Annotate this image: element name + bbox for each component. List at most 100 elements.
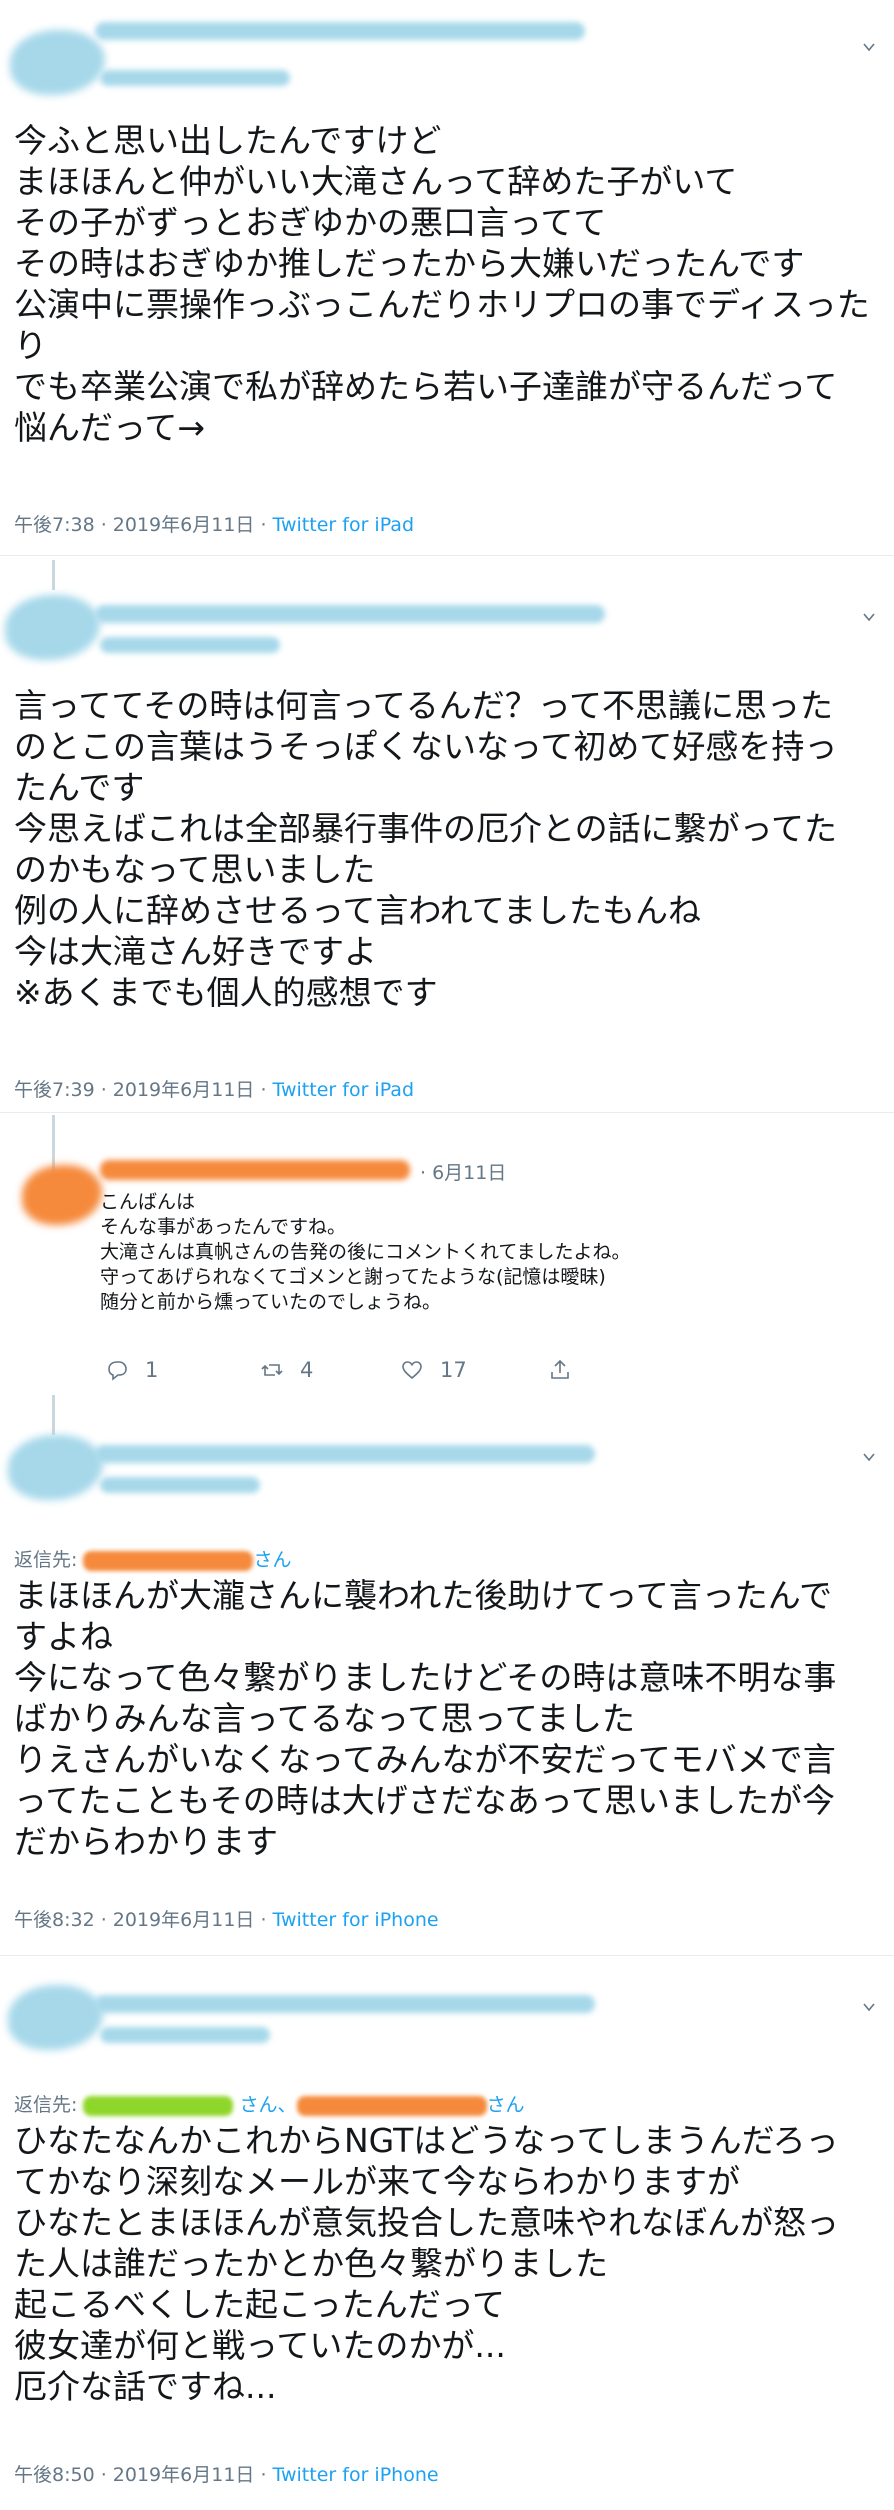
like-button[interactable]: 17 xyxy=(400,1358,467,1382)
display-name-redacted[interactable] xyxy=(95,22,585,40)
handle-redacted xyxy=(100,2027,270,2043)
tweet-line: てかなり深刻なメールが来て今ならわかりますが xyxy=(14,2162,740,2201)
tweet-line: でも卒業公演で私が辞めたら若い子達誰が守るんだって xyxy=(14,367,838,406)
handle-redacted xyxy=(100,637,280,653)
share-button[interactable] xyxy=(548,1358,572,1382)
tweet-text: 言っててその時は何言ってるんだ？って不思議に思った のとこの言葉はうそっぽくない… xyxy=(14,685,882,1013)
divider xyxy=(0,1955,894,1956)
tweet-line: 起こるべくした起こったんだって xyxy=(14,2285,506,2324)
tweet-line: たんです xyxy=(14,768,145,807)
timestamp[interactable]: 午後7:38 · 2019年6月11日 · xyxy=(14,514,273,536)
reply-to-label: 返信先: xyxy=(14,2094,84,2116)
tweet-line: 今は大滝さん好きですよ xyxy=(14,932,377,971)
retweet-icon xyxy=(261,1364,283,1376)
tweet-text: まほほんが大瀧さんに襲われた後助けてって言ったんで すよね 今になって色々繋がり… xyxy=(14,1575,882,1862)
reply-line: 大滝さんは真帆さんの告発の後にコメントくれてましたよね。 xyxy=(100,1241,631,1263)
tweet-line: その子がずっとおぎゆかの悪口言ってて xyxy=(14,203,607,242)
tweet-line: まほほんが大瀧さんに襲われた後助けてって言ったんで xyxy=(14,1576,833,1615)
tweet-line: 公演中に票操作っぶっこんだりホリプロの事でディスった xyxy=(14,285,870,324)
divider xyxy=(0,1112,894,1113)
display-name-redacted[interactable] xyxy=(95,1995,595,2013)
reply-to-suffix[interactable]: さん xyxy=(487,2094,525,2116)
source-link[interactable]: Twitter for iPad xyxy=(273,1079,414,1101)
avatar-redacted[interactable] xyxy=(10,30,105,95)
tweet-3: 返信先: さん まほほんが大瀧さんに襲われた後助けてって言ったんで すよね 今に… xyxy=(0,1425,894,1945)
tweet-line: ひなたなんかこれからNGTはどうなってしまうんだろっ xyxy=(14,2121,839,2160)
tweet-line: りえさんがいなくなってみんなが不安だってモバメで言 xyxy=(14,1740,836,1779)
divider xyxy=(0,555,894,556)
chevron-down-icon[interactable] xyxy=(862,40,876,54)
reply-to-handle-redacted[interactable] xyxy=(83,2095,234,2116)
tweet-line: のかもなって思いました xyxy=(14,850,376,889)
reply-icon xyxy=(108,1361,127,1381)
tweet-line: 今ふと思い出したんですけど xyxy=(14,121,442,160)
avatar-redacted[interactable] xyxy=(8,1435,103,1500)
like-count: 17 xyxy=(440,1358,467,1382)
tweet-1: 今ふと思い出したんですけど まほほんと仲がいい大滝さんって辞めた子がいて その子… xyxy=(0,0,894,545)
tweet-line: ばかりみんな言ってるなって思ってました xyxy=(14,1699,636,1738)
tweet-meta: 午後7:39 · 2019年6月11日 · Twitter for iPad xyxy=(14,1075,414,1102)
tweet-line: その時はおぎゆか推しだったから大嫌いだったんです xyxy=(14,244,805,283)
tweet-line: 今になって色々繋がりましたけどその時は意味不明な事 xyxy=(14,1658,837,1697)
tweet-line: た人は誰だったかとか色々繋がりました xyxy=(14,2244,608,2283)
tweet-line: り xyxy=(14,326,47,365)
tweet-meta: 午後8:32 · 2019年6月11日 · Twitter for iPhone xyxy=(14,1905,439,1932)
tweet-text: ひなたなんかこれからNGTはどうなってしまうんだろっ てかなり深刻なメールが来て… xyxy=(14,2120,882,2407)
reply-to-suffix[interactable]: さん xyxy=(253,1549,291,1571)
tweet-text: 今ふと思い出したんですけど まほほんと仲がいい大滝さんって辞めた子がいて その子… xyxy=(14,120,882,448)
tweet-line: だからわかります xyxy=(14,1822,278,1861)
display-name-redacted[interactable] xyxy=(100,1160,410,1180)
reply-tweet: · 6月11日 こんばんは そんな事があったんですね。 大滝さんは真帆さんの告発… xyxy=(0,1115,894,1415)
avatar-redacted[interactable] xyxy=(22,1165,102,1225)
timestamp[interactable]: 午後8:50 · 2019年6月11日 · xyxy=(14,2464,273,2486)
like-icon xyxy=(402,1361,422,1380)
chevron-down-icon[interactable] xyxy=(862,2000,876,2014)
tweet-meta: 午後8:50 · 2019年6月11日 · Twitter for iPhone xyxy=(14,2460,439,2487)
reply-to: 返信先: さん、 さん xyxy=(14,2090,525,2117)
reply-line: こんばんは xyxy=(100,1191,196,1213)
tweet-2: 言っててその時は何言ってるんだ？って不思議に思った のとこの言葉はうそっぽくない… xyxy=(0,565,894,1110)
reply-to-separator[interactable]: さん、 xyxy=(233,2094,296,2116)
tweet-line: ※あくまでも個人的感想です xyxy=(14,973,438,1012)
tweet-line: 悩んだって→ xyxy=(14,408,206,447)
reply-date[interactable]: · 6月11日 xyxy=(420,1158,506,1185)
source-link[interactable]: Twitter for iPhone xyxy=(273,1909,439,1931)
avatar-redacted[interactable] xyxy=(8,1985,103,2050)
display-name-redacted[interactable] xyxy=(95,605,605,623)
reply-to-handle-redacted[interactable] xyxy=(296,2095,487,2116)
timestamp[interactable]: 午後7:39 · 2019年6月11日 · xyxy=(14,1079,273,1101)
tweet-4: 返信先: さん、 さん ひなたなんかこれからNGTはどうなってしまうんだろっ てか… xyxy=(0,1965,894,2510)
share-icon xyxy=(551,1359,569,1379)
reply-text: こんばんは そんな事があったんですね。 大滝さんは真帆さんの告発の後にコメントく… xyxy=(100,1190,630,1315)
tweet-line: ってたこともその時は大げさだなあって思いましたが今 xyxy=(14,1781,836,1820)
retweet-count: 4 xyxy=(300,1358,314,1382)
timestamp[interactable]: 午後8:32 · 2019年6月11日 · xyxy=(14,1909,273,1931)
reply-count: 1 xyxy=(145,1358,159,1382)
handle-redacted xyxy=(100,1477,260,1493)
display-name-redacted[interactable] xyxy=(95,1445,595,1463)
tweet-line: のとこの言葉はうそっぽくないなって初めて好感を持っ xyxy=(14,727,838,766)
retweet-button[interactable]: 4 xyxy=(260,1358,313,1382)
tweet-line: 彼女達が何と戦っていたのかが... xyxy=(14,2326,506,2365)
tweet-line: 例の人に辞めさせるって言われてましたもんね xyxy=(14,891,702,930)
tweet-line: 言っててその時は何言ってるんだ？って不思議に思った xyxy=(14,686,834,725)
source-link[interactable]: Twitter for iPad xyxy=(273,514,414,536)
tweet-line: すよね xyxy=(14,1617,113,1656)
tweet-line: 今思えばこれは全部暴行事件の厄介との話に繋がってた xyxy=(14,809,838,848)
avatar-redacted[interactable] xyxy=(5,595,100,660)
reply-button[interactable]: 1 xyxy=(105,1358,158,1382)
tweet-meta: 午後7:38 · 2019年6月11日 · Twitter for iPad xyxy=(14,510,414,537)
handle-redacted xyxy=(100,70,290,86)
chevron-down-icon[interactable] xyxy=(862,610,876,624)
reply-line: そんな事があったんですね。 xyxy=(100,1216,347,1238)
tweet-line: 厄介な話ですね... xyxy=(14,2367,277,2406)
reply-to-handle-redacted[interactable] xyxy=(83,1550,254,1571)
chevron-down-icon[interactable] xyxy=(862,1450,876,1464)
tweet-line: ひなたとまほほんが意気投合した意味やれなぼんが怒っ xyxy=(14,2203,839,2242)
tweet-line: まほほんと仲がいい大滝さんって辞めた子がいて xyxy=(14,162,738,201)
reply-line: 守ってあげられなくてゴメンと謝ってたような(記憶は曖昧) xyxy=(100,1266,606,1288)
source-link[interactable]: Twitter for iPhone xyxy=(273,2464,439,2486)
reply-to: 返信先: さん xyxy=(14,1545,291,1572)
reply-to-label: 返信先: xyxy=(14,1549,84,1571)
reply-line: 随分と前から燻っていたのでしょうね。 xyxy=(100,1291,442,1313)
